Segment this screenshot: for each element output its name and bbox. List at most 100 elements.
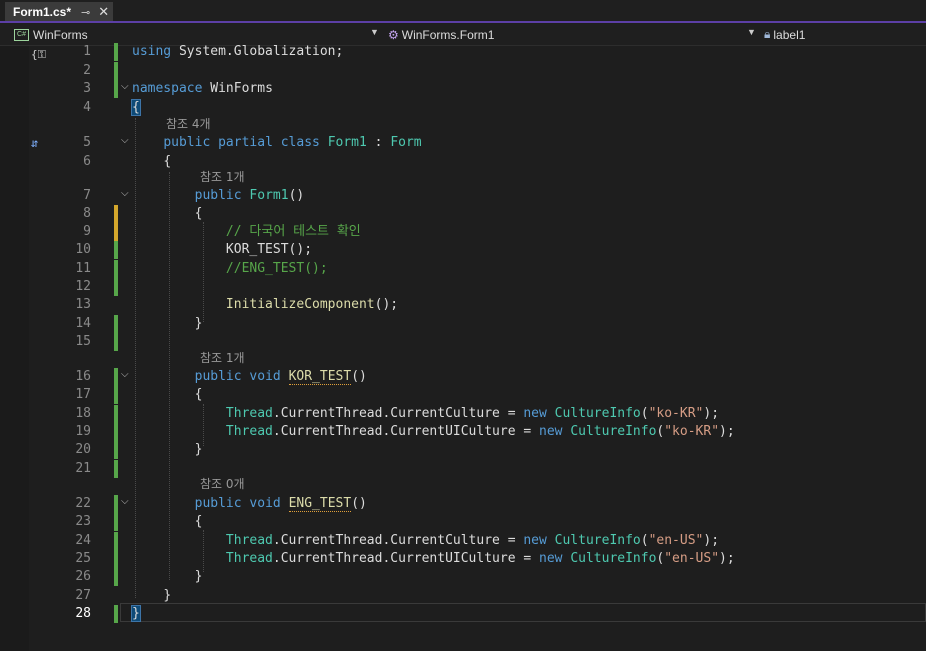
collapse-icon[interactable]: ⌵ [121, 189, 129, 199]
code-text[interactable]: { [132, 513, 203, 531]
line-number: 22 [75, 496, 91, 511]
project-dropdown[interactable]: C# WinForms [0, 25, 382, 44]
line-number: 11 [75, 261, 91, 276]
line-number: 21 [75, 461, 91, 476]
code-text[interactable]: public partial class Form1 : Form [132, 134, 421, 152]
line-number: 7 [83, 188, 91, 203]
code-line: 11 //ENG_TEST(); [0, 260, 926, 278]
close-icon[interactable]: ✕ [98, 5, 109, 20]
change-marker [114, 315, 118, 333]
change-marker [114, 241, 118, 259]
line-number: 5 [83, 135, 91, 150]
code-line: 20 } [0, 441, 926, 459]
change-marker [114, 460, 118, 478]
member-dropdown[interactable]: 🔒︎ label1 [764, 25, 926, 44]
code-line: 9 // 다국어 테스트 확인 [0, 223, 926, 241]
code-line: 13 InitializeComponent(); [0, 296, 926, 314]
code-line: 12 [0, 278, 926, 296]
code-text[interactable]: { [132, 153, 171, 171]
code-line: 6 { [0, 153, 926, 171]
code-line: 14 } [0, 315, 926, 333]
line-number: 12 [75, 279, 91, 294]
code-text[interactable]: { [132, 386, 203, 404]
code-text[interactable]: InitializeComponent(); [132, 296, 398, 314]
code-text[interactable]: KOR_TEST(); [132, 241, 312, 259]
field-lock-icon: 🔒︎ [764, 27, 771, 41]
change-marker [114, 405, 118, 423]
document-tab-strip: Form1.cs* ⊸ ✕ [0, 0, 926, 23]
code-line: 22 ⌵ public void ENG_TEST() [0, 495, 926, 513]
change-marker [114, 550, 118, 568]
change-marker [114, 43, 118, 61]
tab-form1-cs[interactable]: Form1.cs* ⊸ ✕ [5, 2, 113, 22]
code-text[interactable]: Thread.CurrentThread.CurrentCulture = ne… [132, 405, 719, 423]
line-number: 28 [75, 606, 91, 621]
code-line: 10 KOR_TEST(); [0, 241, 926, 259]
line-number: 24 [75, 533, 91, 548]
code-text[interactable]: { [132, 205, 203, 223]
code-lens-references[interactable]: 참조 1개 [200, 349, 245, 367]
line-number: 15 [75, 334, 91, 349]
code-text[interactable]: Thread.CurrentThread.CurrentUICulture = … [132, 423, 735, 441]
change-marker [114, 441, 118, 459]
code-text[interactable]: } [131, 605, 141, 623]
code-line: 23 { [0, 513, 926, 531]
code-text[interactable]: Thread.CurrentThread.CurrentCulture = ne… [132, 532, 719, 550]
code-text[interactable]: } [132, 315, 203, 333]
line-number: 13 [75, 297, 91, 312]
change-marker [114, 62, 118, 80]
code-line: 27 } [0, 587, 926, 605]
code-line: 2 [0, 62, 926, 80]
code-text[interactable]: { [131, 99, 141, 117]
line-number: 2 [83, 63, 91, 78]
line-number: 14 [75, 316, 91, 331]
code-line: 19 Thread.CurrentThread.CurrentUICulture… [0, 423, 926, 441]
code-text[interactable]: //ENG_TEST(); [132, 260, 328, 278]
code-text[interactable]: } [132, 441, 203, 459]
code-text[interactable]: Thread.CurrentThread.CurrentUICulture = … [132, 550, 735, 568]
change-marker [114, 568, 118, 586]
chevron-down-icon[interactable]: ▼ [370, 27, 379, 37]
tab-strip-accent [0, 21, 926, 23]
code-text[interactable]: public void KOR_TEST() [132, 368, 367, 386]
change-marker [114, 80, 118, 98]
line-number: 4 [83, 100, 91, 115]
collapse-icon[interactable]: ⌵ [121, 136, 129, 146]
code-text[interactable]: using System.Globalization; [132, 43, 343, 61]
change-marker [114, 278, 118, 296]
code-text[interactable]: namespace WinForms [132, 80, 273, 98]
code-text[interactable]: // 다국어 테스트 확인 [132, 223, 361, 241]
code-line: 16 ⌵ public void KOR_TEST() [0, 368, 926, 386]
csharp-project-icon: C# [14, 28, 29, 41]
code-line: 18 Thread.CurrentThread.CurrentCulture =… [0, 405, 926, 423]
code-text[interactable]: } [132, 568, 203, 586]
change-marker [114, 223, 118, 241]
line-number: 18 [75, 406, 91, 421]
class-icon: ⚙ [388, 27, 399, 42]
chevron-down-icon[interactable]: ▼ [747, 27, 756, 37]
code-line: 26 } [0, 568, 926, 586]
pin-icon[interactable]: ⊸ [81, 6, 90, 19]
change-marker [114, 260, 118, 278]
member-name: label1 [773, 27, 806, 42]
code-lens-references[interactable]: 참조 4개 [166, 115, 211, 133]
code-text[interactable]: public Form1() [132, 187, 305, 205]
line-number: 6 [83, 154, 91, 169]
change-marker [114, 423, 118, 441]
tab-title: Form1.cs* [13, 5, 72, 19]
class-name: WinForms.Form1 [401, 27, 495, 42]
line-number: 19 [75, 424, 91, 439]
project-name: WinForms [33, 27, 88, 42]
line-number: 20 [75, 442, 91, 457]
change-marker [114, 513, 118, 531]
collapse-icon[interactable]: ⌵ [121, 497, 129, 507]
collapse-icon[interactable]: ⌵ [121, 82, 129, 92]
code-line: 1 using System.Globalization; [0, 43, 926, 61]
code-text[interactable]: } [132, 587, 171, 605]
class-dropdown[interactable]: ⚙ WinForms.Form1 [388, 25, 758, 44]
code-text[interactable]: public void ENG_TEST() [132, 495, 367, 513]
line-number: 8 [83, 206, 91, 221]
code-line: 5 ⌵ public partial class Form1 : Form [0, 134, 926, 152]
change-marker [114, 205, 118, 223]
collapse-icon[interactable]: ⌵ [121, 370, 129, 380]
